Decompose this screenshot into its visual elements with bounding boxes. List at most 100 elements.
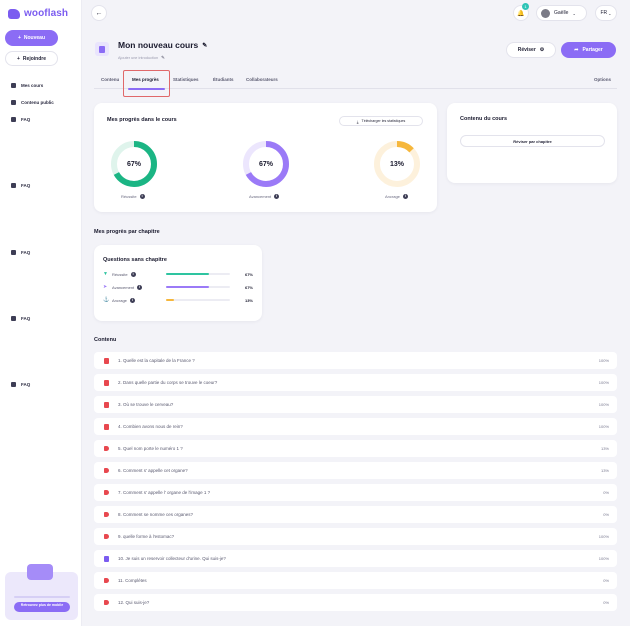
tab-students[interactable]: Étudiants xyxy=(213,77,234,82)
gear-icon: ⚙ xyxy=(539,47,545,53)
question-row[interactable]: 4. Combien avons nous de rein? 100% xyxy=(94,418,617,435)
app-name: wooflash xyxy=(24,8,69,19)
question-row[interactable]: 10. Je suis un reservoir collecteur d'ur… xyxy=(94,550,617,567)
progress-track xyxy=(166,286,230,288)
tab-statistics[interactable]: Statistiques xyxy=(173,77,199,82)
course-introduction[interactable]: Ajouter une introduction ✎ xyxy=(118,55,165,61)
language-value: FR xyxy=(600,10,608,16)
question-text: 3. Où se trouve le cerveau? xyxy=(118,402,174,407)
course-content-title: Contenu du cours xyxy=(460,116,508,122)
tag-icon xyxy=(104,490,109,495)
question-row[interactable]: 5. Quel nom porte le numéro 1 ? 13% xyxy=(94,440,617,457)
tab-highlight-box xyxy=(123,70,170,97)
share-button[interactable]: ➦ Partager xyxy=(561,42,616,58)
row-label: Réussite xyxy=(112,271,128,277)
question-row[interactable]: 12. Qui suis-je? 0% xyxy=(94,594,617,611)
info-icon[interactable]: i xyxy=(130,271,136,277)
question-text: 8. Comment se nomme ces organes? xyxy=(118,512,194,517)
check-icon: ▼ xyxy=(103,270,108,277)
row-label: Avancement xyxy=(112,284,135,290)
progress-track xyxy=(166,299,230,301)
sidebar-item-faq[interactable]: FAQ xyxy=(11,183,30,188)
download-statistics-button[interactable]: ⤓ Télécharger les statistiques xyxy=(339,116,423,126)
success-donut: 67% xyxy=(111,141,157,187)
language-selector[interactable]: FR ⌄ xyxy=(595,5,617,21)
sidebar-item-label: FAQ xyxy=(21,117,31,122)
share-button-label: Partager xyxy=(582,47,603,53)
question-text: 6. Comment s' appelle cet organe? xyxy=(118,468,188,473)
sidebar-item-my-courses[interactable]: Mes cours xyxy=(11,83,43,88)
anchoring-donut: 13% xyxy=(374,141,420,187)
sidebar-item-faq[interactable]: FAQ xyxy=(11,250,30,255)
question-text: 4. Combien avons nous de rein? xyxy=(118,424,183,429)
tag-icon xyxy=(104,534,109,539)
chapter-anchoring-row: ⚓ Ancrage i 13% xyxy=(103,296,253,304)
app-logo[interactable]: wooflash xyxy=(8,8,68,19)
sidebar-item-faq[interactable]: FAQ xyxy=(11,316,30,321)
faq-icon xyxy=(11,316,16,321)
question-row[interactable]: 9. quelle forme à l'estomac? 100% xyxy=(94,528,617,545)
info-icon[interactable]: i xyxy=(274,194,280,199)
sidebar-item-faq[interactable]: FAQ xyxy=(11,117,30,122)
progress-fill xyxy=(166,299,175,301)
tab-content[interactable]: Contenu xyxy=(101,77,119,82)
progress-card-title: Mes progrès dans le cours xyxy=(107,117,177,123)
question-text: 2. Dans quelle partie du corps se trouve… xyxy=(118,380,218,385)
question-score: 0% xyxy=(603,578,609,583)
question-text: 7. Comment s' appelle l' organe de l'ima… xyxy=(118,490,211,495)
faq-icon xyxy=(11,250,16,255)
info-icon[interactable]: i xyxy=(129,297,135,303)
mobile-app-button[interactable]: Retrouvez plus de mobile xyxy=(14,602,70,612)
info-icon[interactable]: i xyxy=(137,284,143,290)
tag-icon xyxy=(104,578,109,583)
pencil-icon[interactable]: ✎ xyxy=(161,55,165,61)
question-row[interactable]: 3. Où se trouve le cerveau? 100% xyxy=(94,396,617,413)
question-score: 100% xyxy=(598,556,609,561)
new-button[interactable]: + Nouveau xyxy=(5,30,58,46)
faq-icon xyxy=(11,382,16,387)
course-title-text: Mon nouveau cours xyxy=(118,40,199,50)
anchoring-label-text: Ancrage xyxy=(385,194,400,199)
faq-icon xyxy=(11,183,16,188)
back-button[interactable]: ← xyxy=(91,5,107,21)
plus-icon: + xyxy=(17,35,21,41)
donut-value: 67% xyxy=(259,161,274,168)
notification-badge: 1 xyxy=(522,3,529,10)
review-button[interactable]: Réviser ⚙ xyxy=(506,42,556,58)
question-score: 100% xyxy=(598,358,609,363)
course-title[interactable]: Mon nouveau cours ✎ xyxy=(118,40,207,50)
review-by-chapter-button[interactable]: Réviser par chapitre xyxy=(460,135,605,147)
question-row[interactable]: 7. Comment s' appelle l' organe de l'ima… xyxy=(94,484,617,501)
question-row[interactable]: 6. Comment s' appelle cet organe? 13% xyxy=(94,462,617,479)
info-icon[interactable]: i xyxy=(402,194,408,199)
question-score: 13% xyxy=(600,446,609,451)
question-text: 10. Je suis un reservoir collecteur d'ur… xyxy=(118,556,226,561)
anchoring-label: Ancrage i xyxy=(385,194,408,199)
question-score: 100% xyxy=(598,534,609,539)
user-name: Gaëlle xyxy=(554,10,569,16)
tab-collaborators[interactable]: Collaborateurs xyxy=(246,77,278,82)
arrow-left-icon: ← xyxy=(95,9,103,17)
anchor-icon: ⚓ xyxy=(103,296,110,303)
question-score: 13% xyxy=(600,468,609,473)
user-menu[interactable]: Gaëlle ⌄ xyxy=(536,5,587,21)
join-button[interactable]: + Rejoindre xyxy=(5,51,58,66)
question-row[interactable]: 2. Dans quelle partie du corps se trouve… xyxy=(94,374,617,391)
progress-label-text: Avancement xyxy=(249,194,272,199)
divider xyxy=(14,596,70,598)
pencil-icon[interactable]: ✎ xyxy=(202,42,207,49)
sidebar-item-faq[interactable]: FAQ xyxy=(11,382,30,387)
info-icon[interactable]: i xyxy=(139,194,145,199)
tag-icon xyxy=(104,512,109,517)
plus-icon: + xyxy=(17,55,20,62)
wooflash-logo-icon xyxy=(8,8,20,19)
success-label-text: Réussite xyxy=(121,194,137,199)
sidebar-item-public-content[interactable]: Contenu public xyxy=(11,100,54,105)
question-row[interactable]: 1. Quelle est la capitale de la France ?… xyxy=(94,352,617,369)
question-row[interactable]: 8. Comment se nomme ces organes? 0% xyxy=(94,506,617,523)
question-row[interactable]: 11. Complétes 0% xyxy=(94,572,617,589)
options-button[interactable]: Options xyxy=(594,77,611,82)
sidebar-item-label: Mes cours xyxy=(21,83,44,88)
question-text: 5. Quel nom porte le numéro 1 ? xyxy=(118,446,183,451)
bell-icon: 🔔 xyxy=(517,10,525,17)
